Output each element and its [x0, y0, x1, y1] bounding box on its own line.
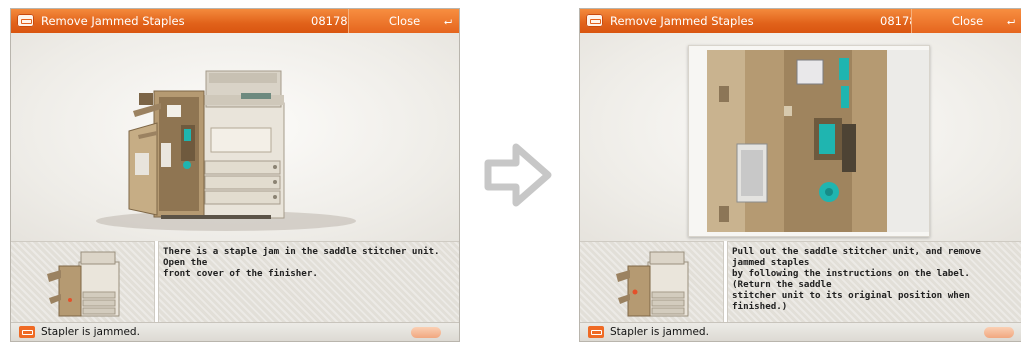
status-monitor-button[interactable]	[984, 327, 1014, 338]
machine-illustration	[11, 33, 459, 241]
close-button-label: Close	[951, 14, 984, 28]
status-message: Stapler is jammed.	[41, 326, 140, 338]
instruction-text: Pull out the saddle stitcher unit, and r…	[732, 246, 981, 312]
finisher-location-icon	[47, 251, 120, 317]
detail-illustration	[580, 33, 1021, 241]
copier-finisher-open-illustration	[96, 70, 356, 231]
step-screen-2: Remove Jammed Staples 081788 Close ⮠ Pul…	[579, 8, 1021, 342]
error-icon	[19, 326, 35, 338]
title-bar: Remove Jammed Staples 081788 Close ⮠	[580, 9, 1021, 33]
saddle-stitcher-unit-illustration	[689, 46, 929, 236]
error-icon	[17, 14, 34, 27]
next-step-arrow-icon	[478, 135, 558, 215]
close-button[interactable]: Close ⮠	[348, 9, 459, 33]
status-monitor-button[interactable]	[411, 327, 441, 338]
status-bar: Stapler is jammed.	[11, 322, 459, 341]
location-thumbnail	[580, 241, 724, 322]
screen-title: Remove Jammed Staples	[41, 14, 185, 28]
return-arrow-icon: ⮠	[444, 17, 452, 28]
status-message: Stapler is jammed.	[610, 326, 709, 338]
screen-title: Remove Jammed Staples	[610, 14, 754, 28]
instruction-panel: Pull out the saddle stitcher unit, and r…	[727, 241, 1021, 322]
instruction-text: There is a staple jam in the saddle stit…	[163, 246, 440, 279]
status-bar: Stapler is jammed.	[580, 322, 1021, 341]
error-icon	[586, 14, 603, 27]
saddle-stitcher-closeup	[688, 45, 930, 237]
close-button-label: Close	[388, 14, 421, 28]
return-arrow-icon: ⮠	[1007, 17, 1015, 28]
title-bar: Remove Jammed Staples 081788 Close ⮠	[11, 9, 459, 33]
close-button[interactable]: Close ⮠	[911, 9, 1021, 33]
finisher-location-icon	[616, 251, 689, 317]
instruction-panel: There is a staple jam in the saddle stit…	[158, 241, 459, 322]
error-icon	[588, 326, 604, 338]
location-thumbnail	[11, 241, 155, 322]
step-screen-1: Remove Jammed Staples 081788 Close ⮠ The…	[10, 8, 460, 342]
